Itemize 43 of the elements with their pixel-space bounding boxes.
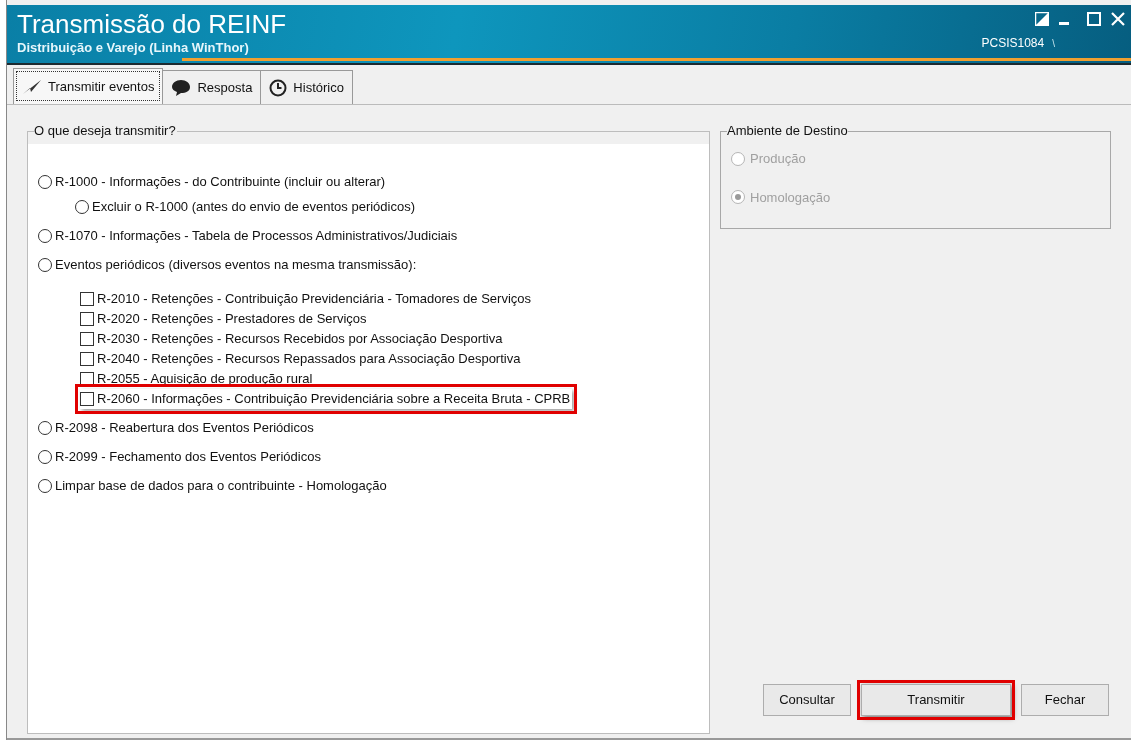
radio-button[interactable] xyxy=(38,258,52,272)
tab[interactable]: Resposta xyxy=(163,70,262,104)
option-label: R-2040 - Retenções - Recursos Repassados para Associação Desportiva xyxy=(97,350,521,369)
option-label: R-1070 - Informações - Tabela de Processos Administrativos/Judiciais xyxy=(55,227,458,246)
dialog-button[interactable]: Fechar xyxy=(1021,684,1109,716)
option-label: R-1000 - Informações - do Contribuinte (incluir ou alterar) xyxy=(55,173,386,192)
option-label: R-2055 - Aquisição de produção rural xyxy=(97,370,313,389)
checkbox[interactable] xyxy=(80,312,94,326)
option-label: Limpar base de dados para o contribuinte - Homologação xyxy=(55,477,387,496)
option-label: R-2098 - Reabertura dos Eventos Periódicos xyxy=(55,419,314,438)
tab[interactable]: Transmitir eventos xyxy=(13,68,164,104)
option-label: Excluir o R-1000 (antes do envio de eventos periódicos) xyxy=(92,198,415,217)
checkbox[interactable] xyxy=(80,332,94,346)
option-label: R-2030 - Retenções - Recursos Recebidos por Associação Desportiva xyxy=(97,330,503,349)
program-code: PCSIS1084 xyxy=(981,35,1045,52)
window-title: Transmissão do REINF xyxy=(17,9,287,39)
option-label: R-2010 - Retenções - Contribuição Previdenciária - Tomadores de Serviços xyxy=(97,290,532,309)
dialog-button[interactable]: Consultar xyxy=(763,684,851,716)
clock-icon xyxy=(269,78,288,97)
window-subtitle: Distribuição e Varejo (Linha WinThor) xyxy=(17,39,250,57)
radio-button[interactable] xyxy=(38,175,52,189)
tab[interactable]: Histórico xyxy=(261,70,353,104)
maximize-icon[interactable] xyxy=(1087,12,1101,26)
radio-button[interactable] xyxy=(75,200,89,214)
option-label: Eventos periódicos (diversos eventos na mesma transmissão): xyxy=(55,256,417,275)
radio-button[interactable] xyxy=(38,450,52,464)
option-label: Produção xyxy=(750,150,806,168)
option-label: Homologação xyxy=(750,188,831,207)
checkbox[interactable] xyxy=(80,392,94,406)
checkbox[interactable] xyxy=(80,292,94,306)
close-icon[interactable] xyxy=(1111,12,1125,26)
minimize-icon[interactable] xyxy=(1059,22,1069,26)
option-label: R-2099 - Fechamento dos Eventos Periódicos xyxy=(55,448,321,467)
checkbox[interactable] xyxy=(80,352,94,366)
option-label: R-2020 - Retenções - Prestadores de Serviços xyxy=(97,310,367,329)
restore-icon[interactable] xyxy=(1035,12,1049,26)
option-label: R-2060 - Informações - Contribuição Previdenciária sobre a Receita Bruta - CPRB xyxy=(97,390,571,409)
group-title: O que deseja transmitir? xyxy=(34,123,177,139)
speech-bubble-icon xyxy=(171,78,192,97)
radio-button[interactable] xyxy=(38,479,52,493)
radio-button[interactable] xyxy=(38,421,52,435)
code-mark: \ xyxy=(1052,36,1055,51)
radio-button[interactable] xyxy=(38,229,52,243)
